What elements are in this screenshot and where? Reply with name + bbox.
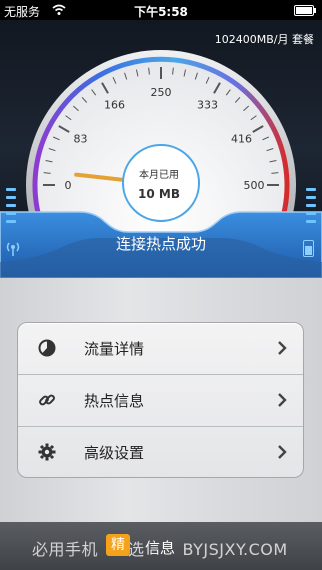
menu-item-label: 热点信息 xyxy=(84,392,145,410)
menu-item-label: 高级设置 xyxy=(84,444,145,462)
battery-icon xyxy=(294,5,316,16)
status-bar: 无服务 下午5:58 xyxy=(0,0,322,20)
usage-caption: 本月已用 xyxy=(139,170,179,181)
right-battery-indicator xyxy=(306,188,318,228)
status-time: 下午5:58 xyxy=(134,5,188,19)
connection-status: 连接热点成功 xyxy=(115,235,206,253)
gauge-tick-label: 166 xyxy=(104,98,125,111)
gauge-tick-label: 250 xyxy=(151,86,172,99)
device-battery-icon xyxy=(303,240,314,257)
left-signal-indicator xyxy=(6,188,18,228)
menu-item-advanced-settings[interactable]: 高级设置 xyxy=(18,427,303,477)
info-tab-badge[interactable]: 精 xyxy=(106,534,130,556)
chevron-right-icon xyxy=(278,341,287,355)
menu-item-traffic-details[interactable]: 流量详情 xyxy=(18,323,303,375)
menu-item-label: 流量详情 xyxy=(84,340,145,358)
chevron-right-icon xyxy=(278,393,287,407)
menu-list: 流量详情 热点信息 高级设置 xyxy=(17,322,304,478)
link-icon xyxy=(39,394,55,406)
menu-item-hotspot-info[interactable]: 热点信息 xyxy=(18,375,303,427)
gauge-tick-label: 83 xyxy=(73,133,87,146)
gauge-tick-label: 0 xyxy=(65,179,72,192)
usage-readout: 本月已用 10 MB xyxy=(122,160,196,204)
tab-info[interactable]: 信息 xyxy=(145,537,175,558)
usage-value: 10 MB xyxy=(138,187,180,201)
gauge-tick-label: 416 xyxy=(231,133,252,146)
gear-icon xyxy=(38,443,56,461)
chevron-right-icon xyxy=(278,445,287,459)
gauge-tick-label: 333 xyxy=(197,98,218,111)
pie-chart-icon xyxy=(38,339,56,357)
hotspot-icon xyxy=(6,242,20,256)
gauge-tick-label: 500 xyxy=(244,179,265,192)
